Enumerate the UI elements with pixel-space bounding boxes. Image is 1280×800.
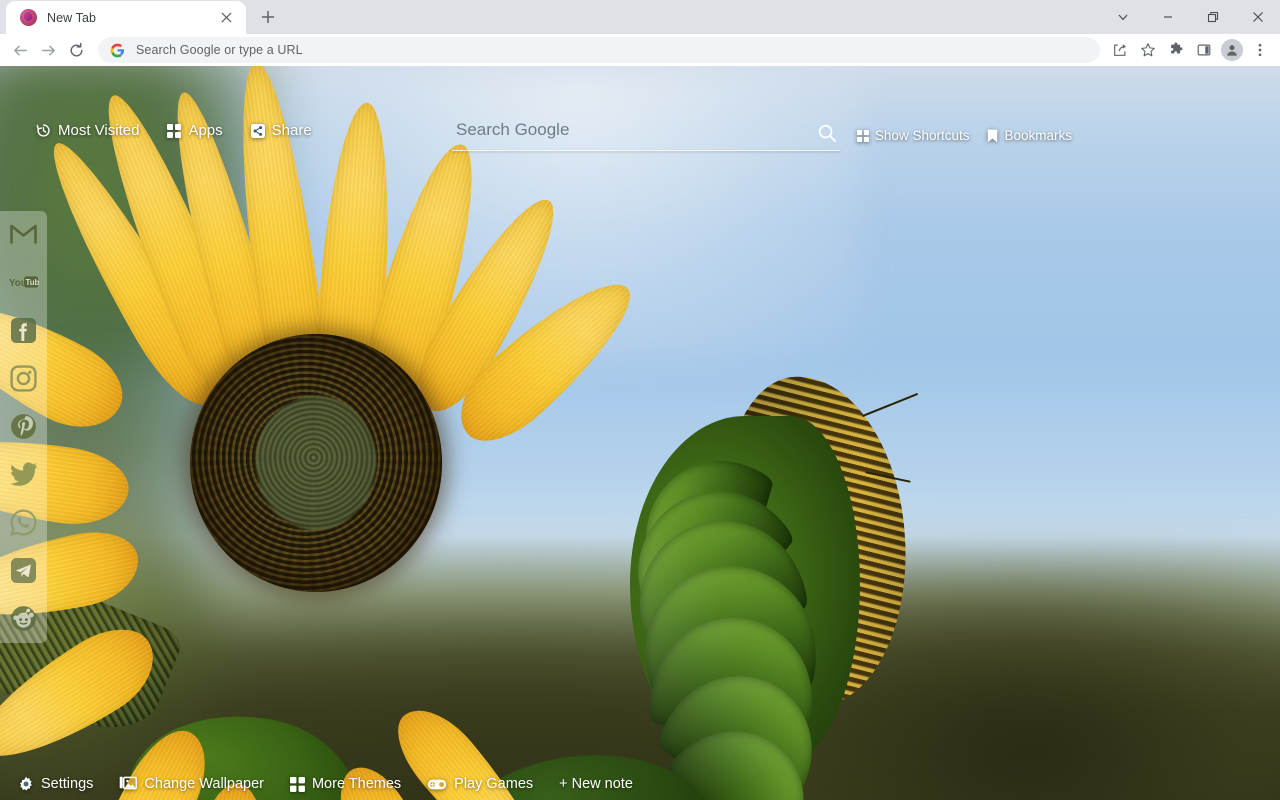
whatsapp-icon[interactable] [9,507,39,537]
browser-window: New Tab Search Google or type a URL Most… [0,0,1280,800]
toolbar-right-icons [1106,36,1274,64]
telegram-icon[interactable] [9,555,39,585]
nav-item-share[interactable]: Share [250,122,312,139]
nav-item-most-visited[interactable]: Most Visited [36,122,139,139]
history-icon [36,124,50,137]
bottom-item-new-note[interactable]: + New note [559,776,633,792]
search-icon[interactable] [814,120,840,146]
reload-icon[interactable] [62,36,90,64]
instagram-icon[interactable] [9,363,39,393]
flower-favicon [20,9,37,26]
close-icon[interactable] [1235,0,1280,34]
nav-label: Show Shortcuts [874,128,970,143]
window-controls [1100,0,1280,34]
forward-arrow-icon[interactable] [34,36,62,64]
puzzle-icon[interactable] [1162,36,1190,64]
chevron-down-icon[interactable] [1100,0,1145,34]
tab-strip: New Tab [0,0,1280,34]
youtube-icon[interactable]: You Tube [9,267,39,297]
google-g-icon [110,43,125,57]
nav-label: Most Visited [58,122,140,139]
pinterest-icon[interactable] [9,411,39,441]
sunflower-disc [190,334,442,592]
minimize-icon[interactable] [1145,0,1190,34]
nav-label: Apps [188,122,223,139]
ntp-top-navigation-right: Show Shortcuts Bookmarks [856,128,1072,143]
share-icon[interactable] [1106,36,1134,64]
grid-icon [856,129,869,142]
bottom-item-play-games[interactable]: Play Games [427,776,533,792]
twitter-icon[interactable] [9,459,39,489]
plus-icon[interactable] [254,3,282,31]
bottom-item-settings[interactable]: Settings [18,776,93,792]
ntp-search [452,116,840,151]
gamepad-icon [427,779,447,789]
grid-icon [289,776,305,792]
new-tab-page: Most Visited Apps Share Search Google Sh… [0,66,1280,800]
star-icon[interactable] [1134,36,1162,64]
search-underline [452,150,840,151]
back-arrow-icon[interactable] [6,36,34,64]
gmail-icon[interactable] [9,219,39,249]
tab-new-tab[interactable]: New Tab [6,1,246,34]
bottom-label: Change Wallpaper [144,776,264,792]
bottom-item-more-themes[interactable]: More Themes [289,776,402,792]
close-icon[interactable] [216,8,236,28]
restore-icon[interactable] [1190,0,1235,34]
gear-icon [20,776,32,791]
side-panel-icon[interactable] [1190,36,1218,64]
bottom-item-change-wallpaper[interactable]: Change Wallpaper [119,776,264,792]
tab-title: New Tab [47,10,97,25]
grid-icon [167,123,182,138]
profile-avatar-icon[interactable] [1218,36,1246,64]
nav-label: Bookmarks [1004,128,1072,143]
svg-text:Tube: Tube [25,278,39,287]
bookmark-icon [988,129,998,142]
search-input[interactable] [452,116,814,150]
browser-toolbar: Search Google or type a URL [0,34,1280,66]
address-bar[interactable]: Search Google or type a URL [98,37,1100,63]
three-dot-menu-icon[interactable] [1246,36,1274,64]
reddit-icon[interactable] [9,603,39,633]
bottom-label: More Themes [311,776,402,792]
bottom-label: Play Games [454,776,534,792]
bottom-label: Settings [41,776,94,792]
facebook-icon[interactable] [9,315,39,345]
nav-label: Share [271,122,312,139]
social-shortcut-rail: You Tube [0,211,47,643]
nav-item-bookmarks[interactable]: Bookmarks [987,128,1072,143]
nav-item-show-shortcuts[interactable]: Show Shortcuts [856,128,970,143]
image-icon [120,776,138,790]
share-icon [250,123,265,138]
ntp-bottom-bar: Settings Change Wallpaper More Themes Pl… [0,776,1280,792]
bottom-label: + New note [559,776,633,792]
address-bar-placeholder: Search Google or type a URL [136,43,303,57]
nav-item-apps[interactable]: Apps [167,122,223,139]
